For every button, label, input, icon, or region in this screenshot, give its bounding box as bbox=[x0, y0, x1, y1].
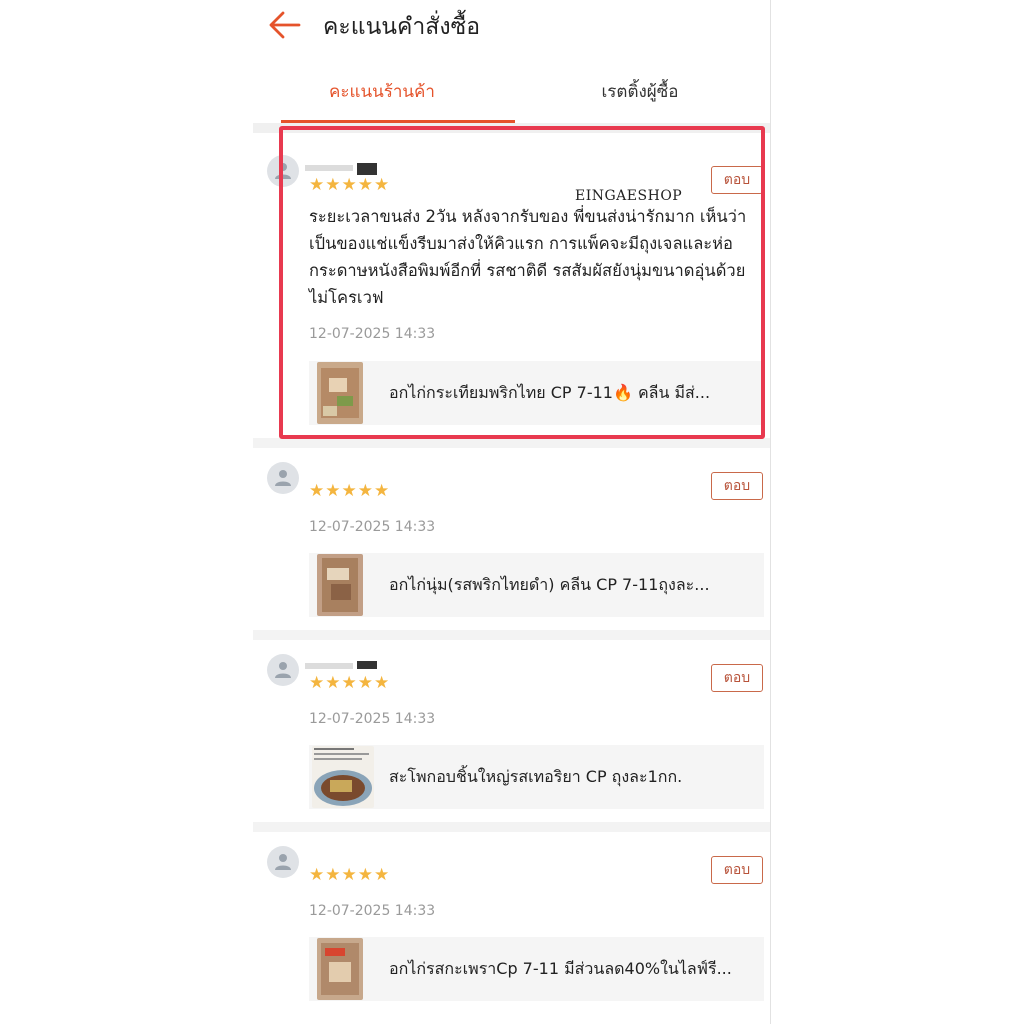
avatar bbox=[267, 155, 299, 187]
rating-stars: ★★★★★ bbox=[309, 175, 391, 195]
rating-stars: ★★★★★ bbox=[309, 673, 391, 693]
app-header: คะแนนคำสั่งซื้อ bbox=[253, 0, 770, 52]
order-rating-screen: คะแนนคำสั่งซื้อ คะแนนร้านค้า เรตติ้งผู้ซ… bbox=[253, 0, 771, 1024]
review-card: ★★★★★ ตอบ 12-07-2025 14:33 อกไก่นุ่ม(รสพ… bbox=[253, 448, 770, 630]
product-link[interactable]: อกไก่รสกะเพราCp 7-11 มีส่วนลด40%ในไลฟ์รี… bbox=[309, 937, 764, 1001]
review-date: 12-07-2025 14:33 bbox=[309, 903, 436, 919]
user-icon bbox=[275, 854, 291, 870]
review-date: 12-07-2025 14:33 bbox=[309, 326, 436, 342]
reply-button[interactable]: ตอบ bbox=[711, 856, 763, 884]
avatar bbox=[267, 462, 299, 494]
divider bbox=[253, 123, 770, 133]
product-name: อกไก่รสกะเพราCp 7-11 มีส่วนลด40%ในไลฟ์รี… bbox=[389, 959, 732, 978]
product-thumbnail bbox=[317, 362, 363, 424]
reply-button[interactable]: ตอบ bbox=[711, 664, 763, 692]
review-text: ระยะเวลาขนส่ง 2วัน หลังจากรับของ พี่ขนส่… bbox=[309, 207, 747, 307]
avatar bbox=[267, 654, 299, 686]
rating-stars: ★★★★★ bbox=[309, 865, 391, 885]
divider bbox=[253, 438, 770, 448]
product-name: สะโพกอบชิ้นใหญ่รสเทอริยา CP ถุงละ1กก. bbox=[389, 767, 683, 786]
avatar bbox=[267, 846, 299, 878]
user-icon bbox=[275, 662, 291, 678]
product-thumbnail bbox=[312, 746, 374, 808]
review-card: ★★★★★ ตอบ 12-07-2025 14:33 สะโพกอบชิ้นให… bbox=[253, 640, 770, 822]
product-link[interactable]: สะโพกอบชิ้นใหญ่รสเทอริยา CP ถุงละ1กก. bbox=[309, 745, 764, 809]
back-button[interactable] bbox=[267, 8, 303, 42]
user-icon bbox=[275, 163, 291, 179]
arrow-left-icon bbox=[269, 11, 301, 39]
user-icon bbox=[275, 470, 291, 486]
reply-button[interactable]: ตอบ bbox=[711, 472, 763, 500]
tab-shop-rating[interactable]: คะแนนร้านค้า bbox=[253, 62, 511, 122]
divider bbox=[253, 630, 770, 640]
product-thumbnail bbox=[317, 554, 363, 616]
product-name: อกไก่นุ่ม(รสพริกไทยดำ) คลีน CP 7-11ถุงละ… bbox=[389, 575, 710, 594]
product-link[interactable]: อกไก่กระเทียมพริกไทย CP 7-11🔥 คลีน มีส่.… bbox=[309, 361, 764, 425]
watermark-text: EINGAESHOP bbox=[575, 188, 683, 204]
review-card: ★★★★★ ตอบ ระยะเวลาขนส่ง 2วัน หลังจากรับข… bbox=[253, 133, 770, 438]
review-card: ★★★★★ ตอบ 12-07-2025 14:33 อกไก่รสกะเพรา… bbox=[253, 832, 770, 1024]
review-date: 12-07-2025 14:33 bbox=[309, 519, 436, 535]
tab-bar: คะแนนร้านค้า เรตติ้งผู้ซื้อ bbox=[253, 62, 770, 124]
reply-button[interactable]: ตอบ bbox=[711, 166, 763, 194]
rating-stars: ★★★★★ bbox=[309, 481, 391, 501]
product-thumbnail bbox=[317, 938, 363, 1000]
product-name: อกไก่กระเทียมพริกไทย CP 7-11🔥 คลีน มีส่.… bbox=[389, 383, 711, 402]
divider bbox=[253, 822, 770, 832]
review-date: 12-07-2025 14:33 bbox=[309, 711, 436, 727]
product-link[interactable]: อกไก่นุ่ม(รสพริกไทยดำ) คลีน CP 7-11ถุงละ… bbox=[309, 553, 764, 617]
tab-buyer-rating[interactable]: เรตติ้งผู้ซื้อ bbox=[511, 62, 769, 122]
page-title: คะแนนคำสั่งซื้อ bbox=[323, 14, 481, 40]
